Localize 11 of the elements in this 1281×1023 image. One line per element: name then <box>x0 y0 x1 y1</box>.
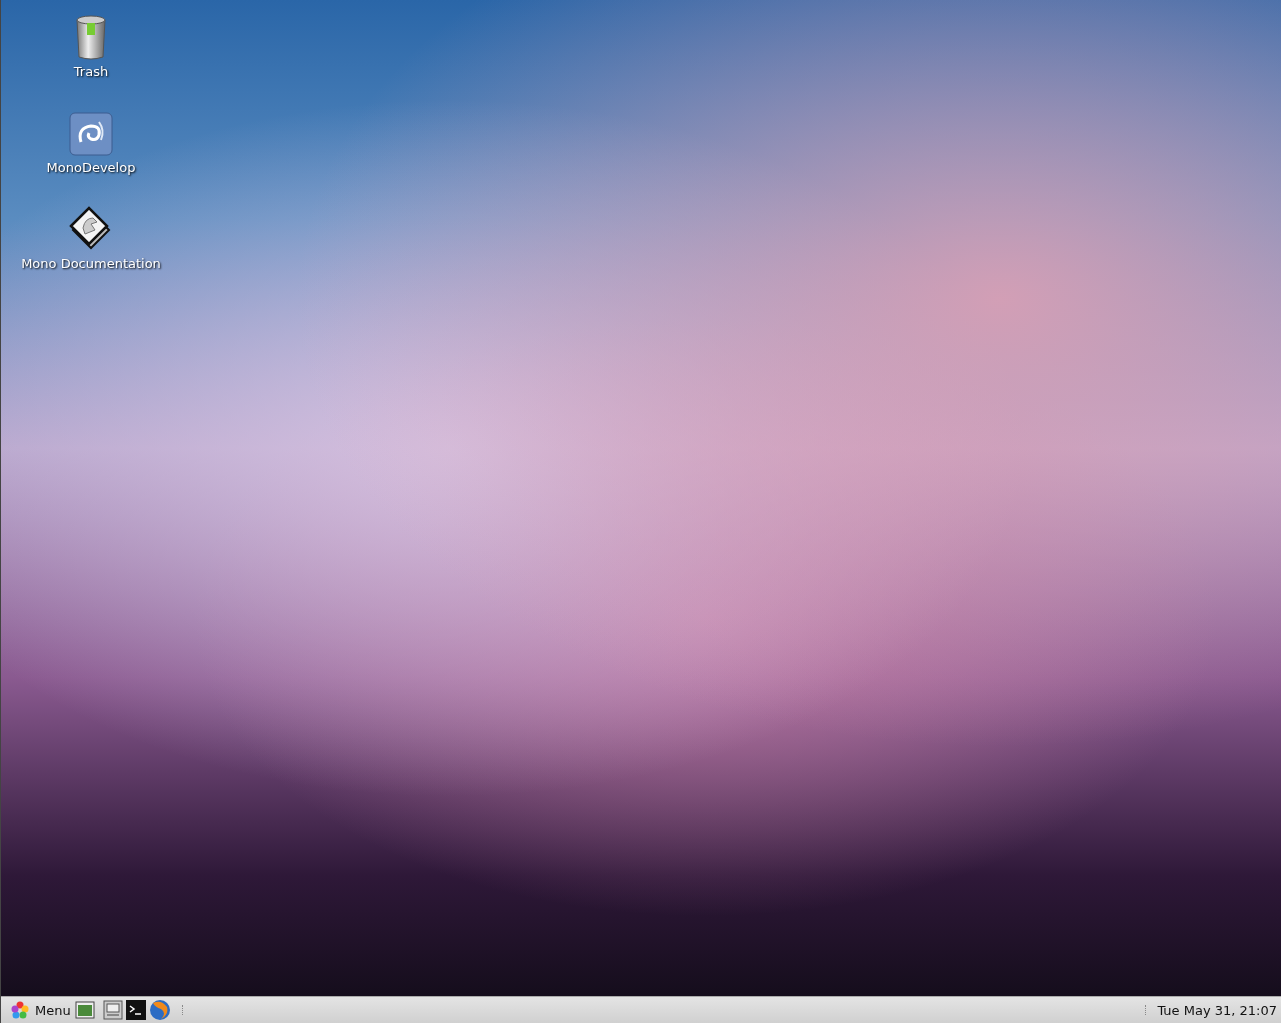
terminal-icon[interactable] <box>125 1000 146 1020</box>
desktop-icon-label[interactable]: Mono Documentation <box>21 256 161 271</box>
swirl-app-icon <box>69 112 113 156</box>
clock[interactable]: Tue May 31, 21:07 <box>1157 1002 1277 1018</box>
desktop-icon-label[interactable]: Trash <box>73 64 109 79</box>
menu-button[interactable]: Menu <box>7 999 75 1021</box>
globe-icon[interactable] <box>148 999 171 1021</box>
desktop-icon-label[interactable]: MonoDevelop <box>46 160 136 175</box>
trash-can-icon <box>74 14 108 60</box>
flower-icon <box>11 1001 29 1019</box>
show-desktop-icon[interactable] <box>74 1000 95 1020</box>
